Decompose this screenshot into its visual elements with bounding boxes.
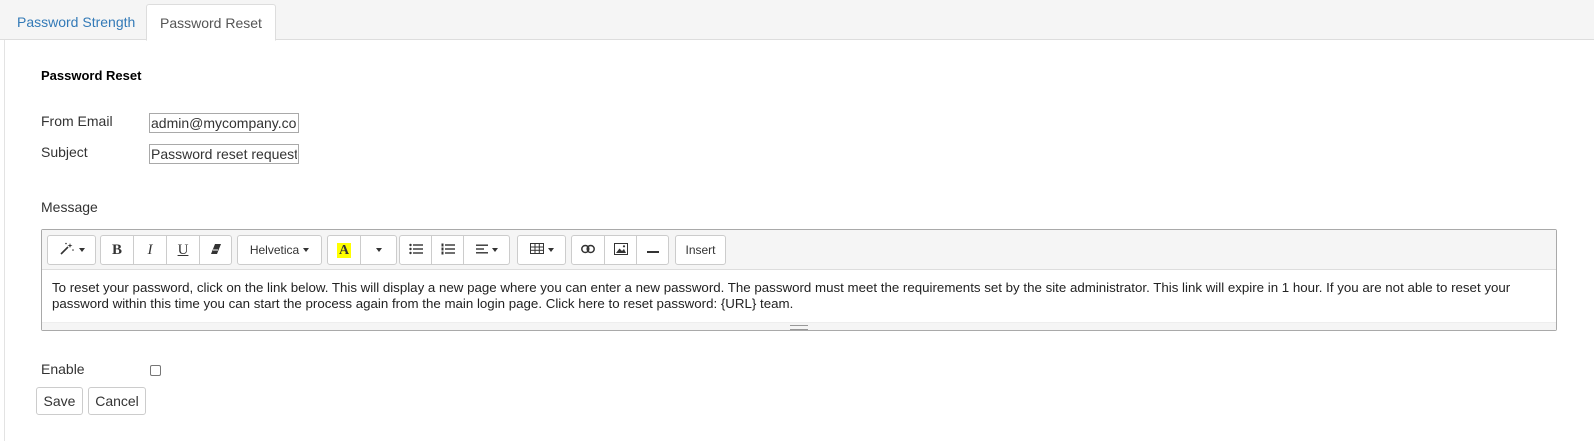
bold-icon: B bbox=[111, 241, 122, 258]
section-title: Password Reset bbox=[41, 68, 142, 83]
magic-icon bbox=[59, 242, 75, 259]
table-group bbox=[517, 235, 566, 265]
tab-password-strength[interactable]: Password Strength bbox=[4, 4, 148, 41]
font-name-dropdown[interactable]: Helvetica bbox=[237, 235, 322, 265]
insert-group bbox=[571, 235, 669, 265]
tab-password-reset[interactable]: Password Reset bbox=[146, 4, 276, 41]
editor-resize-handle[interactable] bbox=[42, 322, 1556, 330]
align-dropdown-button[interactable] bbox=[463, 235, 510, 265]
font-name-group: Helvetica bbox=[237, 235, 322, 265]
enable-checkbox[interactable] bbox=[150, 365, 161, 376]
grip-icon bbox=[790, 325, 808, 330]
highlight-button[interactable]: A bbox=[327, 235, 361, 265]
style-dropdown-button[interactable] bbox=[47, 235, 96, 265]
numbered-list-button[interactable] bbox=[431, 235, 464, 265]
image-button[interactable] bbox=[604, 235, 637, 265]
chevron-down-icon bbox=[375, 248, 382, 252]
cancel-button[interactable]: Cancel bbox=[88, 387, 146, 415]
table-icon bbox=[529, 243, 544, 257]
paragraph-group bbox=[399, 235, 510, 265]
horizontal-rule-button[interactable] bbox=[636, 235, 669, 265]
chevron-down-icon bbox=[491, 248, 498, 252]
bulleted-list-icon bbox=[408, 243, 423, 258]
color-dropdown-button[interactable] bbox=[360, 235, 397, 265]
clear-format-button[interactable] bbox=[199, 235, 232, 265]
horizontal-rule-icon bbox=[646, 243, 659, 257]
bold-button[interactable]: B bbox=[100, 235, 134, 265]
font-style-group: B I U bbox=[100, 235, 232, 265]
table-dropdown-button[interactable] bbox=[517, 235, 566, 265]
editor-toolbar: B I U Helvetica A Insert bbox=[42, 230, 1556, 270]
style-group bbox=[47, 235, 96, 265]
align-icon bbox=[475, 243, 488, 257]
underline-button[interactable]: U bbox=[166, 235, 200, 265]
insert-button[interactable]: Insert bbox=[675, 235, 726, 265]
numbered-list-icon bbox=[441, 243, 455, 258]
font-name-label: Helvetica bbox=[249, 243, 300, 257]
subject-label: Subject bbox=[41, 144, 88, 160]
italic-icon: I bbox=[147, 241, 153, 258]
from-email-input[interactable] bbox=[149, 113, 299, 133]
italic-button[interactable]: I bbox=[133, 235, 167, 265]
enable-label: Enable bbox=[41, 361, 85, 377]
highlight-icon: A bbox=[336, 242, 352, 258]
link-button[interactable] bbox=[571, 235, 605, 265]
underline-icon: U bbox=[177, 241, 189, 258]
from-email-label: From Email bbox=[41, 113, 113, 129]
link-icon bbox=[581, 243, 595, 257]
image-icon bbox=[613, 242, 628, 258]
eraser-icon bbox=[210, 243, 222, 258]
insert-menu-group: Insert bbox=[675, 235, 726, 265]
tab-bar: Password Strength Password Reset bbox=[0, 0, 1594, 41]
chevron-down-icon bbox=[78, 248, 85, 252]
rich-text-editor: B I U Helvetica A Insert To reset your p… bbox=[41, 229, 1557, 331]
save-button[interactable]: Save bbox=[36, 387, 83, 415]
bulleted-list-button[interactable] bbox=[399, 235, 432, 265]
subject-input[interactable] bbox=[149, 144, 299, 164]
message-label: Message bbox=[41, 199, 98, 215]
color-group: A bbox=[327, 235, 397, 265]
chevron-down-icon bbox=[547, 248, 554, 252]
chevron-down-icon bbox=[303, 248, 310, 252]
message-editor-body[interactable]: To reset your password, click on the lin… bbox=[52, 280, 1542, 312]
